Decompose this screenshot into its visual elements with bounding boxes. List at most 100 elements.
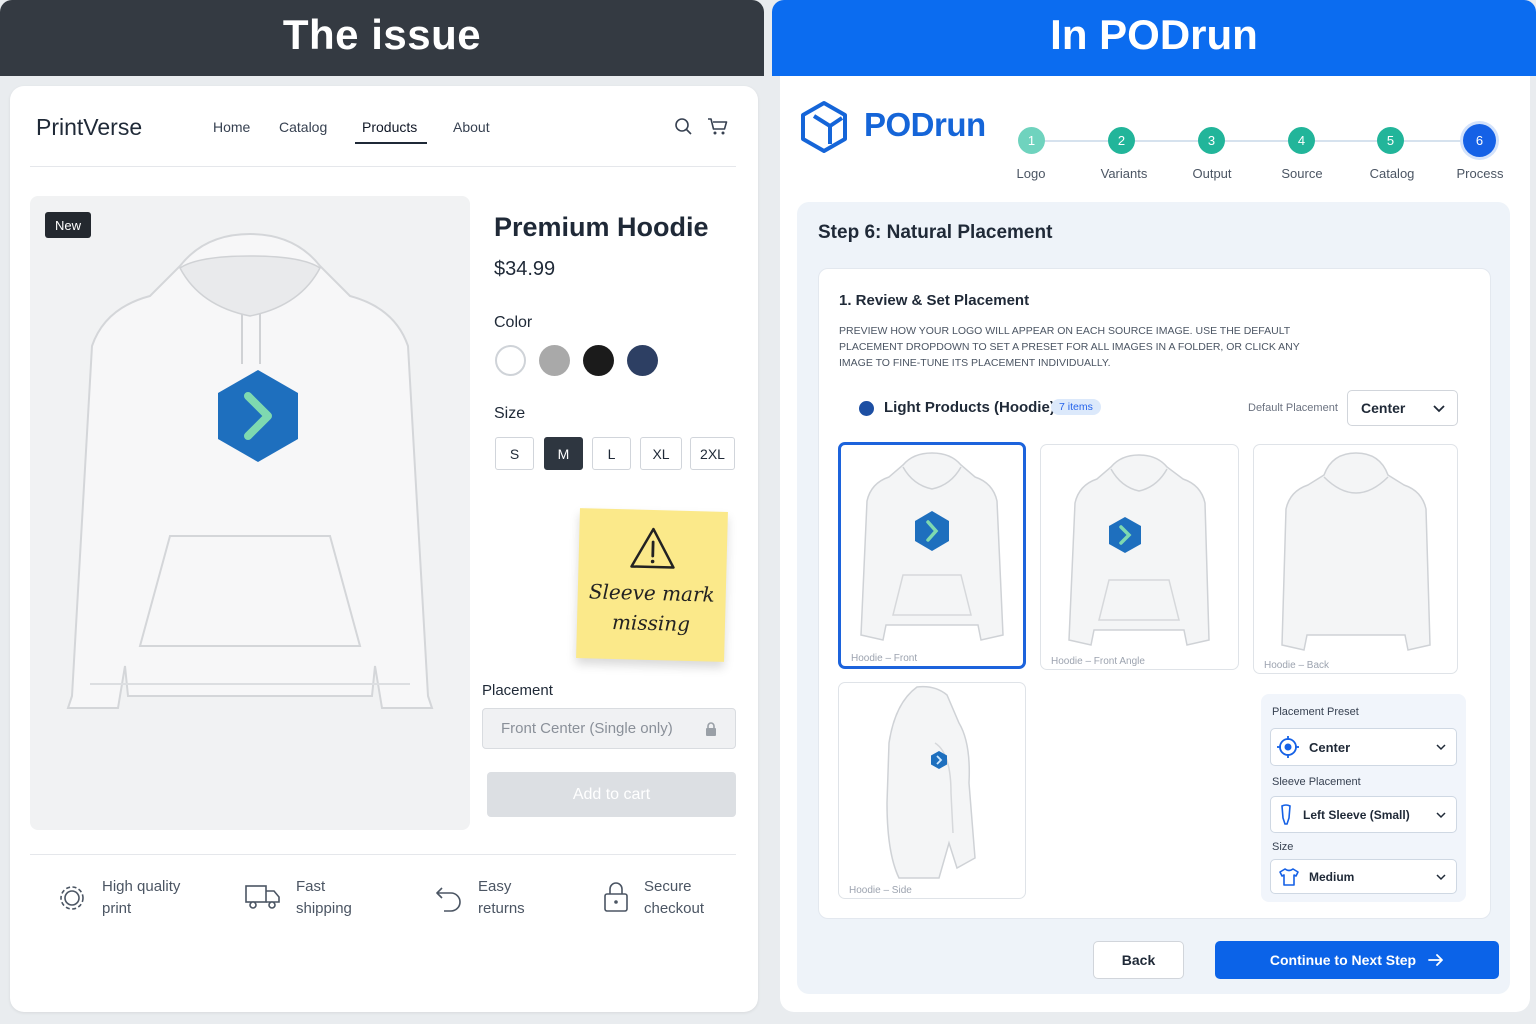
size-option-xl[interactable]: XL [640, 437, 682, 470]
lock-icon [706, 722, 716, 736]
truck-icon [245, 885, 280, 909]
feature-returns-line-1: Easy [478, 878, 512, 895]
thumbnail-caption: Hoodie – Back [1264, 660, 1330, 671]
size-select[interactable]: Medium [1270, 859, 1457, 894]
thumbnail-front[interactable]: Hoodie – Front [838, 442, 1026, 669]
sleeve-placement-select[interactable]: Left Sleeve (Small) [1270, 796, 1457, 833]
nav-item-catalog[interactable]: Catalog [279, 119, 327, 135]
add-to-cart-button[interactable]: Add to cart [487, 772, 736, 817]
cart-icon[interactable] [707, 117, 729, 137]
feature-quality: High quality print [56, 876, 180, 920]
feature-checkout: Secure checkout [602, 876, 704, 920]
hoodie-image [66, 232, 434, 709]
nav-item-home[interactable]: Home [213, 119, 250, 135]
sticky-note-line-1: Sleeve mark [588, 579, 716, 607]
sleeve-icon [1281, 803, 1291, 825]
sleeve-placement-value: Left Sleeve (Small) [1303, 807, 1410, 822]
store-logo[interactable]: PrintVerse [36, 114, 142, 141]
sticky-note-line-2: missing [611, 609, 691, 637]
step-6-label: Process [1456, 166, 1504, 181]
header-divider [30, 166, 736, 167]
size-option-m[interactable]: M [544, 437, 583, 470]
hoodie-front-angle-image [1068, 454, 1210, 646]
nav-item-products[interactable]: Products [362, 119, 417, 135]
sticky-note: Sleeve mark missing [576, 508, 728, 662]
default-placement-value: Center [1361, 400, 1406, 416]
step-5-label: Catalog [1369, 166, 1415, 181]
items-badge: 7 items [1051, 399, 1101, 415]
feature-returns-line-2: returns [478, 900, 525, 917]
step-4-circle[interactable]: 4 [1288, 127, 1315, 154]
thumbnail-front-angle[interactable]: Hoodie – Front Angle [1040, 444, 1239, 670]
thumbnail-caption: Hoodie – Side [849, 885, 912, 896]
feature-shipping-line-2: shipping [296, 900, 352, 917]
thumbnail-back[interactable]: Hoodie – Back [1253, 444, 1458, 674]
feature-shipping: Fast shipping [244, 876, 352, 920]
feature-returns: Easy returns [434, 876, 525, 920]
placement-preset-select[interactable]: Center [1270, 728, 1457, 766]
storefront-card: PrintVerse Home Catalog Products About N… [10, 86, 758, 1012]
continue-button-label: Continue to Next Step [1269, 952, 1417, 968]
back-button[interactable]: Back [1093, 941, 1184, 979]
feature-checkout-line-2: checkout [644, 900, 705, 917]
step-3-circle[interactable]: 3 [1198, 127, 1225, 154]
review-title: 1. Review & Set Placement [839, 292, 1030, 309]
default-placement-label: Default Placement [1248, 402, 1338, 414]
step-3-label: Output [1192, 166, 1232, 181]
folder-dot-icon [859, 401, 874, 416]
step-2-circle[interactable]: 2 [1108, 127, 1135, 154]
size-label: Size [494, 405, 526, 422]
feature-shipping-line-1: Fast [296, 878, 326, 895]
thumbnail-caption: Hoodie – Front Angle [1051, 656, 1145, 667]
podrun-panel: In PODrun PODrun 1 2 3 4 5 6 Logo Varian… [772, 0, 1536, 1024]
step-1-circle[interactable]: 1 [1018, 127, 1045, 154]
crosshair-icon [1277, 736, 1299, 758]
color-swatch-navy[interactable] [627, 345, 658, 376]
feature-quality-line-2: print [102, 900, 132, 917]
hoodie-side-image [886, 685, 976, 879]
size-option-s[interactable]: S [495, 437, 534, 470]
new-badge: New [45, 212, 91, 238]
tshirt-icon [1279, 867, 1299, 886]
color-swatch-black[interactable] [583, 345, 614, 376]
step-heading: Step 6: Natural Placement [818, 222, 1053, 243]
search-icon[interactable] [674, 117, 694, 137]
color-swatch-gray[interactable] [539, 345, 570, 376]
placement-value: Front Center (Single only) [501, 720, 673, 737]
product-title: Premium Hoodie [494, 212, 709, 242]
chevron-down-icon [1436, 874, 1446, 881]
placement-label: Placement [482, 682, 553, 699]
hoodie-front-image [860, 452, 1004, 641]
arrow-right-icon [1428, 954, 1444, 966]
size-option-2xl[interactable]: 2XL [690, 437, 735, 470]
thumbnail-caption: Hoodie – Front [851, 653, 918, 664]
default-placement-select[interactable]: Center [1347, 390, 1458, 426]
hoodie-back-image [1281, 452, 1431, 651]
feature-checkout-line-1: Secure [644, 878, 692, 895]
placement-preset-value: Center [1309, 739, 1351, 755]
podrun-logo: PODrun [864, 106, 986, 143]
folder-name: Light Products (Hoodie) [884, 399, 1055, 416]
panel-header: The issue [0, 0, 764, 76]
size-label: Size [1272, 841, 1294, 853]
review-description: Preview how your logo will appear on eac… [839, 325, 1300, 369]
podrun-logo-icon [801, 101, 847, 153]
chevron-down-icon [1436, 812, 1446, 819]
podrun-card: PODrun 1 2 3 4 5 6 Logo Variants Output … [780, 76, 1530, 1012]
product-image[interactable] [30, 196, 470, 830]
chevron-down-icon [1436, 744, 1446, 751]
sleeve-placement-label: Sleeve Placement [1272, 776, 1361, 788]
step-4-label: Source [1281, 166, 1323, 181]
size-option-l[interactable]: L [592, 437, 631, 470]
gear-icon [60, 886, 84, 910]
color-swatch-white[interactable] [495, 345, 526, 376]
color-label: Color [494, 314, 533, 331]
chevron-down-icon [1433, 405, 1445, 413]
step-2-label: Variants [1100, 166, 1148, 181]
continue-button[interactable]: Continue to Next Step [1215, 941, 1499, 979]
issue-panel: The issue PrintVerse Home Catalog Produc… [0, 0, 764, 1024]
step-5-circle[interactable]: 5 [1377, 127, 1404, 154]
thumbnail-side[interactable]: Hoodie – Side [838, 682, 1026, 899]
step-6-circle[interactable]: 6 [1463, 124, 1496, 157]
nav-item-about[interactable]: About [453, 119, 490, 135]
